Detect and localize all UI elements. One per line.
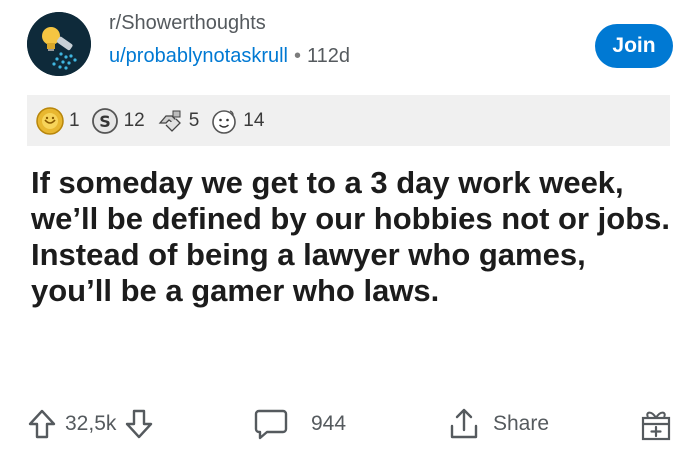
post-meta: u/probablynotaskrull • 112d xyxy=(109,45,350,68)
post-actions-bar: 32,5k 944 Share xyxy=(27,398,673,450)
meta-separator: • xyxy=(294,45,302,67)
upvote-arrow-icon xyxy=(28,409,56,439)
upvote-button[interactable] xyxy=(27,408,57,440)
downvote-arrow-icon xyxy=(126,409,153,439)
share-button[interactable]: Share xyxy=(447,398,549,450)
gold-award-icon xyxy=(36,106,64,135)
helpful-award-icon xyxy=(158,110,181,132)
award-button[interactable] xyxy=(639,406,673,447)
svg-text:S: S xyxy=(99,112,111,131)
gift-icon xyxy=(641,411,671,441)
showerhead-lightbulb-icon xyxy=(27,12,91,76)
comments-button[interactable]: 944 xyxy=(253,398,346,450)
post-header: r/Showerthoughts u/probablynotaskrull • 11… xyxy=(27,10,673,80)
award-wholesome-count: 14 xyxy=(243,109,265,131)
award-silver[interactable]: S 12 xyxy=(90,106,145,136)
join-button[interactable]: Join xyxy=(595,24,673,68)
vote-controls: 32,5k xyxy=(27,398,154,450)
award-helpful-count: 5 xyxy=(188,109,200,131)
subreddit-name[interactable]: r/Showerthoughts xyxy=(109,12,266,35)
award-gold[interactable]: 1 xyxy=(35,106,80,136)
post-body: If someday we get to a 3 day work week, … xyxy=(31,165,670,308)
post-age: 112d xyxy=(307,45,351,67)
comment-bubble-icon xyxy=(254,409,288,440)
award-wholesome[interactable]: 14 xyxy=(209,106,264,136)
author-link[interactable]: u/probablynotaskrull xyxy=(109,45,288,67)
award-silver-count: 12 xyxy=(123,109,145,131)
award-gold-count: 1 xyxy=(69,109,80,131)
subreddit-avatar[interactable] xyxy=(27,12,91,76)
vote-score: 32,5k xyxy=(65,412,117,435)
comment-count: 944 xyxy=(311,412,347,435)
downvote-button[interactable] xyxy=(124,408,154,440)
share-label: Share xyxy=(493,412,550,435)
wholesome-award-icon xyxy=(212,109,237,134)
share-icon xyxy=(450,408,478,439)
award-helpful[interactable]: 5 xyxy=(155,106,200,136)
awards-bar[interactable]: 1 S 12 5 14 xyxy=(27,95,670,146)
silver-award-icon: S xyxy=(91,107,118,134)
